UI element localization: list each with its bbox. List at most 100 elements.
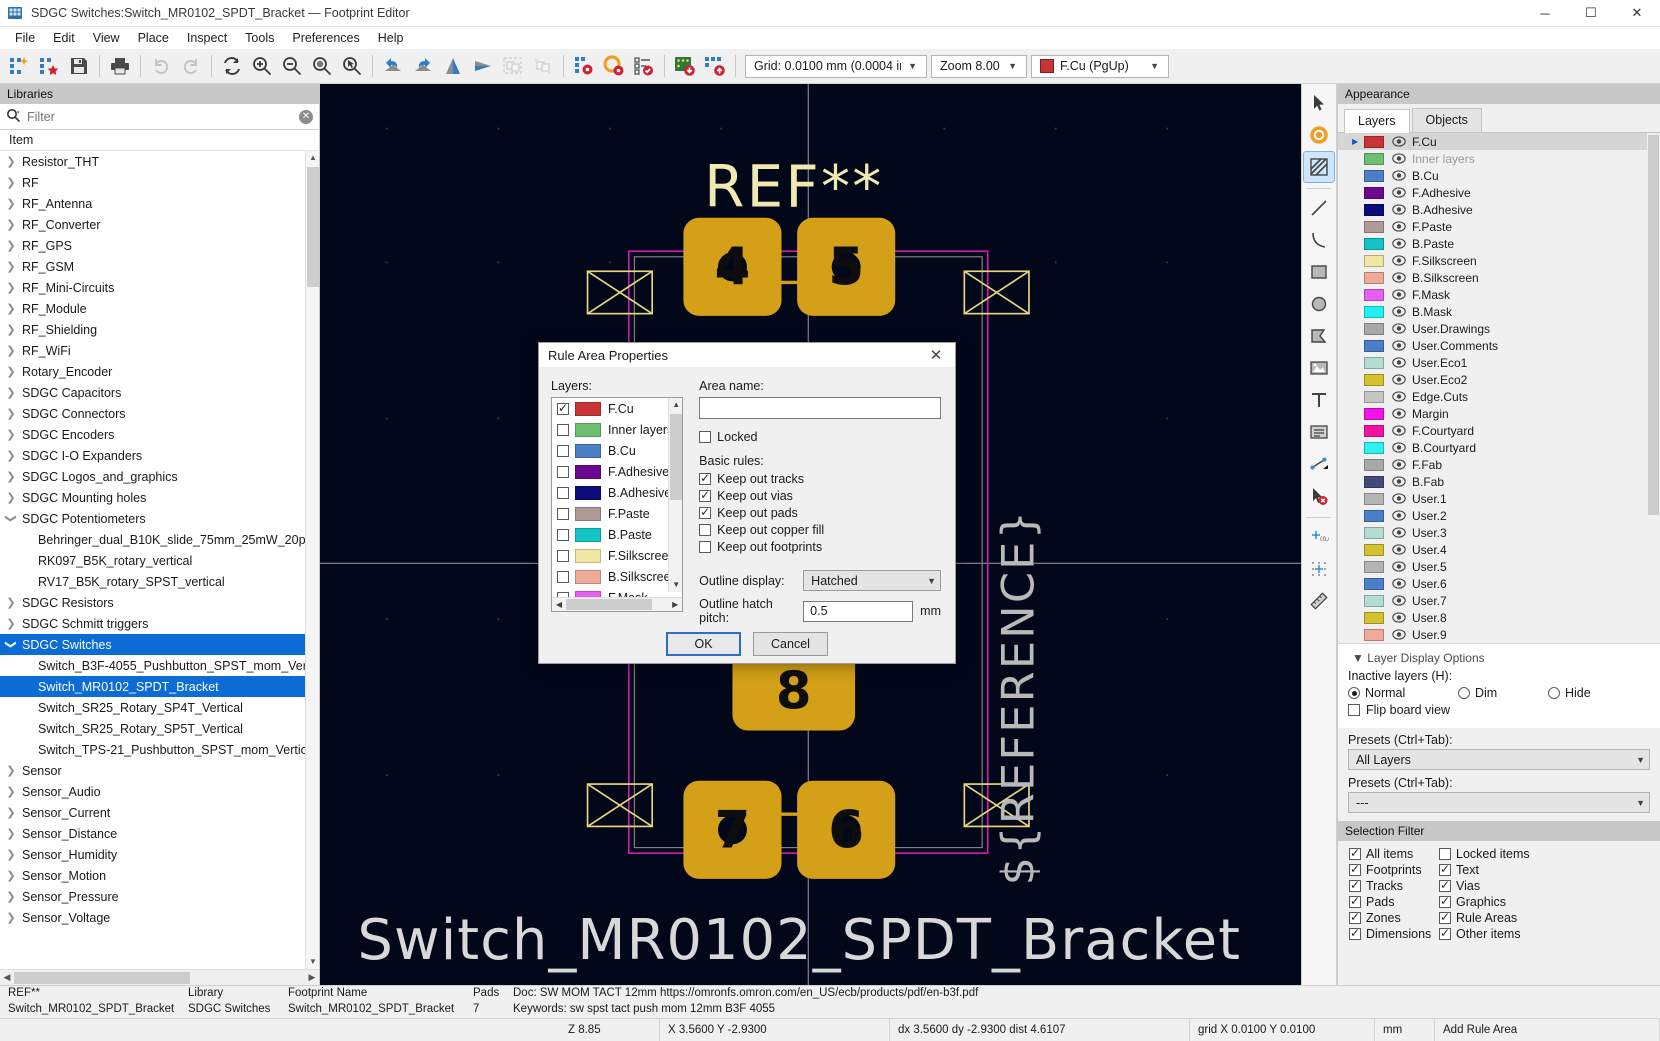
layer-color-swatch[interactable] [1364, 187, 1384, 199]
chevron-right-icon[interactable]: ❯ [0, 239, 22, 252]
layer-color-swatch[interactable] [1364, 153, 1384, 165]
eye-icon[interactable] [1390, 493, 1407, 504]
outline-hatch-pitch-input[interactable]: 0.5 [803, 601, 913, 622]
layer-row[interactable]: Margin [1338, 405, 1660, 422]
basic-rule-checkbox[interactable] [699, 507, 711, 519]
layer-row[interactable]: B.Fab [1338, 473, 1660, 490]
radio-normal[interactable]: Normal [1348, 686, 1458, 700]
cancel-button[interactable]: Cancel [753, 632, 828, 656]
eye-icon[interactable] [1390, 527, 1407, 538]
zoom-out-icon[interactable] [277, 51, 307, 81]
library-tree-node[interactable]: ❯RF [0, 172, 319, 193]
draw-circle-tool-icon[interactable] [1304, 289, 1334, 319]
layer-row[interactable]: B.Silkscreen [1338, 269, 1660, 286]
selection-filter-checkbox[interactable] [1349, 896, 1361, 908]
layer-color-swatch[interactable] [1364, 255, 1384, 267]
zoom-selector[interactable]: Zoom 8.00 ▼ [931, 55, 1027, 78]
selection-filter-checkbox[interactable] [1439, 864, 1451, 876]
selection-filter-checkbox[interactable] [1439, 848, 1451, 860]
library-tree-node[interactable]: ❯SDGC Schmitt triggers [0, 613, 319, 634]
library-tree-node[interactable]: ❯SDGC Logos_and_graphics [0, 466, 319, 487]
chevron-right-icon[interactable]: ❯ [0, 911, 22, 924]
dialog-close-icon[interactable]: ✕ [923, 343, 949, 367]
menu-help[interactable]: Help [369, 29, 413, 47]
scroll-up-icon[interactable]: ▲ [669, 398, 683, 412]
dialog-layer-checkbox[interactable] [557, 550, 569, 562]
library-tree-node[interactable]: ❯Sensor_Pressure [0, 886, 319, 907]
eye-icon[interactable] [1390, 221, 1407, 232]
library-tree-node[interactable]: ❯SDGC Connectors [0, 403, 319, 424]
selection-filter-item[interactable]: Vias [1439, 879, 1660, 893]
dialog-layer-row[interactable]: Inner layers [552, 419, 682, 440]
eye-icon[interactable] [1390, 289, 1407, 300]
eye-icon[interactable] [1390, 578, 1407, 589]
layer-row[interactable]: F.Adhesive [1338, 184, 1660, 201]
selection-filter-checkbox[interactable] [1349, 912, 1361, 924]
chevron-right-icon[interactable]: ▶ [1352, 137, 1364, 146]
layer-color-swatch[interactable] [1364, 170, 1384, 182]
chevron-right-icon[interactable]: ❯ [0, 176, 22, 189]
library-tree-node[interactable]: ❯SDGC Encoders [0, 424, 319, 445]
selection-filter-checkbox[interactable] [1439, 928, 1451, 940]
library-tree-node[interactable]: ❯RF_GPS [0, 235, 319, 256]
layer-color-swatch[interactable] [1364, 493, 1384, 505]
dialog-layer-row[interactable]: B.Adhesive [552, 482, 682, 503]
layer-row[interactable]: User.1 [1338, 490, 1660, 507]
layer-row[interactable]: B.Adhesive [1338, 201, 1660, 218]
library-tree-footprint[interactable]: Switch_SR25_Rotary_SP4T_Vertical [0, 697, 319, 718]
layer-row[interactable]: User.6 [1338, 575, 1660, 592]
chevron-down-icon[interactable]: ❯ [5, 634, 18, 656]
status-units[interactable]: mm [1375, 1019, 1435, 1041]
locked-row[interactable]: Locked [699, 430, 941, 444]
presets-combo-2[interactable]: --- ▼ [1348, 792, 1650, 813]
eye-icon[interactable] [1390, 391, 1407, 402]
layer-row[interactable]: Inner layers [1338, 150, 1660, 167]
radio-hide[interactable]: Hide [1548, 686, 1591, 700]
pad-properties-icon[interactable] [599, 51, 629, 81]
add-dimension-tool-icon[interactable] [1304, 449, 1334, 479]
layer-list-scrollbar[interactable] [1647, 133, 1660, 643]
new-footprint-icon[interactable] [4, 51, 34, 81]
print-icon[interactable] [105, 51, 135, 81]
selection-filter-item[interactable]: All items [1349, 847, 1435, 861]
layer-row[interactable]: User.4 [1338, 541, 1660, 558]
eye-icon[interactable] [1390, 374, 1407, 385]
dialog-layer-row[interactable]: F.Silkscreen [552, 545, 682, 566]
chevron-right-icon[interactable]: ❯ [0, 764, 22, 777]
measure-tool-icon[interactable] [1304, 586, 1334, 616]
eye-icon[interactable] [1390, 459, 1407, 470]
layer-color-swatch[interactable] [1364, 442, 1384, 454]
mirror-vertical-icon[interactable] [468, 51, 498, 81]
rotate-cw-icon[interactable] [408, 51, 438, 81]
eye-icon[interactable] [1390, 204, 1407, 215]
eye-icon[interactable] [1390, 170, 1407, 181]
menu-preferences[interactable]: Preferences [283, 29, 368, 47]
grid-selector[interactable]: Grid: 0.0100 mm (0.0004 in) ▼ [745, 55, 927, 78]
layer-row[interactable]: User.Drawings [1338, 320, 1660, 337]
draw-arc-tool-icon[interactable] [1304, 225, 1334, 255]
locked-checkbox[interactable] [699, 431, 711, 443]
library-tree-node[interactable]: ❯SDGC Potentiometers [0, 508, 319, 529]
chevron-right-icon[interactable]: ❯ [0, 302, 22, 315]
selection-filter-checkbox[interactable] [1439, 912, 1451, 924]
chevron-right-icon[interactable]: ❯ [0, 848, 22, 861]
menu-inspect[interactable]: Inspect [178, 29, 236, 47]
library-tree-node[interactable]: ❯SDGC Resistors [0, 592, 319, 613]
chevron-down-icon[interactable]: ❯ [5, 508, 18, 530]
active-layer-selector[interactable]: F.Cu (PgUp) ▼ [1031, 55, 1169, 78]
chevron-right-icon[interactable]: ❯ [0, 323, 22, 336]
basic-rule-checkbox[interactable] [699, 490, 711, 502]
library-tree-node[interactable]: ❯RF_WiFi [0, 340, 319, 361]
selection-filter-item[interactable]: Footprints [1349, 863, 1435, 877]
chevron-right-icon[interactable]: ❯ [0, 470, 22, 483]
layer-color-swatch[interactable] [1364, 306, 1384, 318]
add-rule-area-tool-icon[interactable] [1304, 152, 1334, 182]
chevron-right-icon[interactable]: ❯ [0, 407, 22, 420]
layer-row[interactable]: User.Eco1 [1338, 354, 1660, 371]
chevron-right-icon[interactable]: ❯ [0, 260, 22, 273]
layer-color-swatch[interactable] [1364, 408, 1384, 420]
chevron-right-icon[interactable]: ❯ [0, 869, 22, 882]
layer-color-swatch[interactable] [1364, 561, 1384, 573]
dialog-layer-checkbox[interactable] [557, 424, 569, 436]
layer-row[interactable]: F.Silkscreen [1338, 252, 1660, 269]
